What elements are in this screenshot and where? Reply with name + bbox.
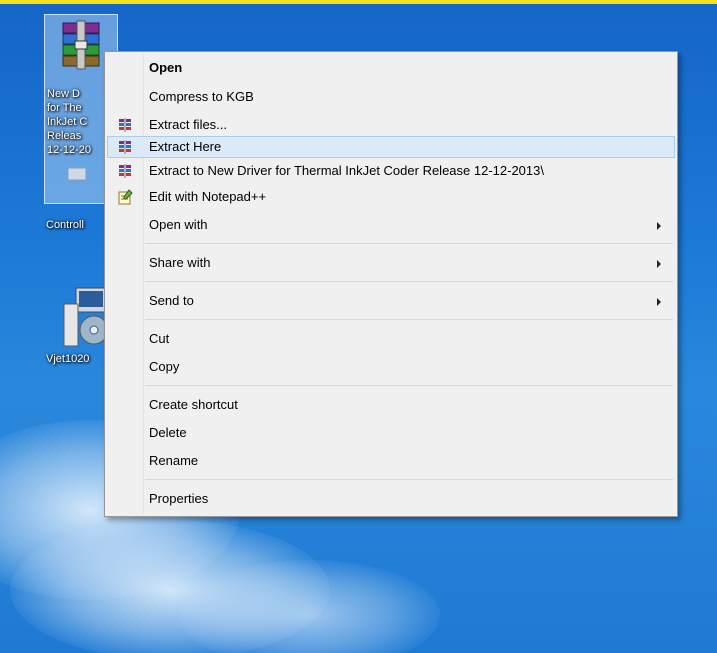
menu-item-label: Copy [149,359,180,374]
menu-item-label: Delete [149,425,187,440]
desktop-icon-label-control[interactable]: Controll [46,218,84,232]
menu-item-copy[interactable]: Copy [107,356,675,378]
menu-item-label: Open with [149,217,208,232]
winrar-icon [119,164,131,178]
menu-item-send-to[interactable]: Send to [107,290,675,312]
window-top-border [0,0,717,4]
menu-item-cut[interactable]: Cut [107,328,675,350]
menu-item-open[interactable]: Open [107,57,675,79]
menu-separator [145,281,673,282]
menu-item-create-shortcut[interactable]: Create shortcut [107,394,675,416]
menu-item-extract-files[interactable]: Extract files... [107,114,675,136]
menu-item-properties[interactable]: Properties [107,488,675,510]
menu-item-label: Create shortcut [149,397,238,412]
menu-item-extract-here[interactable]: Extract Here [107,136,675,158]
menu-item-label: Extract files... [149,117,228,132]
winrar-icon [119,140,131,154]
menu-item-delete[interactable]: Delete [107,422,675,444]
menu-item-rename[interactable]: Rename [107,450,675,472]
menu-item-label: Send to [149,293,194,308]
menu-item-label: Properties [149,491,209,506]
winrar-icon [119,118,131,132]
desktop[interactable]: New D for The InkJet C Releas 12-12-20 C… [0,0,717,653]
submenu-arrow-icon [657,298,661,306]
menu-item-label: Compress to KGB [149,89,254,104]
submenu-arrow-icon [657,222,661,230]
menu-item-extract-to-folder[interactable]: Extract to New Driver for Thermal InkJet… [107,160,675,182]
menu-item-label: Extract Here [149,139,222,154]
menu-separator [145,319,673,320]
menu-item-edit-with-notepad[interactable]: Edit with Notepad++ [107,186,675,208]
menu-item-label: Extract to New Driver for Thermal InkJet… [149,163,544,178]
menu-item-open-with[interactable]: Open with [107,214,675,236]
menu-item-label: Share with [149,255,211,270]
context-menu: Open Compress to KGB Extract files... Ex… [104,51,678,517]
menu-item-label: Open [149,60,183,75]
menu-separator [145,385,673,386]
desktop-icon-label-vjet[interactable]: Vjet1020 [46,352,89,366]
submenu-arrow-icon [657,260,661,268]
notepad-plus-plus-icon [118,189,133,205]
menu-item-compress-to-kgb[interactable]: Compress to KGB [107,86,675,108]
winrar-archive-icon [62,20,100,70]
menu-item-share-with[interactable]: Share with [107,252,675,274]
overlay-icon [67,167,87,181]
menu-item-label: Cut [149,331,170,346]
menu-item-label: Edit with Notepad++ [149,189,267,204]
menu-separator [145,243,673,244]
menu-item-label: Rename [149,453,199,468]
menu-separator [145,479,673,480]
